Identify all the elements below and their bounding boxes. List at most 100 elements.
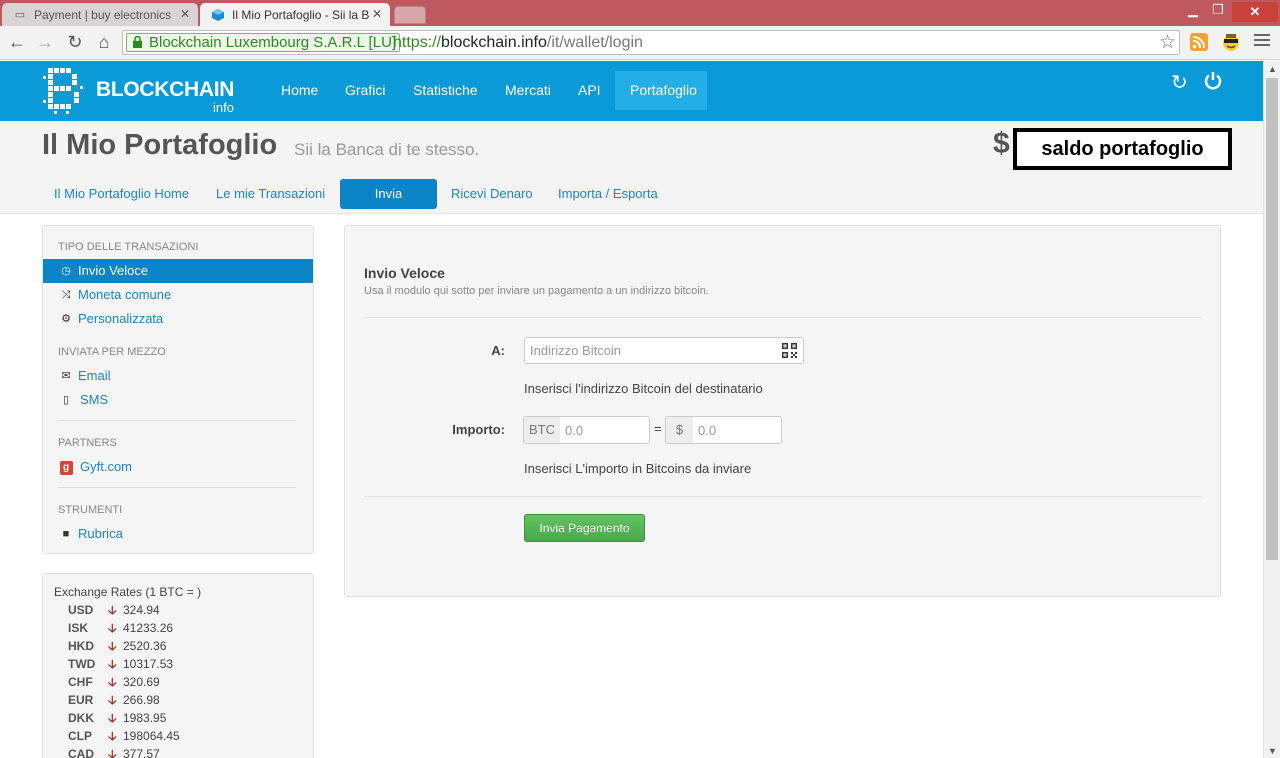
tab-transactions[interactable]: Le mie Transazioni (204, 179, 337, 209)
tab-title: Payment | buy electronics (34, 7, 172, 22)
top-navbar: BLOCKCHAIN info Home Grafici Statistiche… (0, 61, 1263, 121)
bitcoin-address-input[interactable] (524, 337, 804, 364)
exchange-rates-panel: Exchange Rates (1 BTC = ) USD 🡣 324.94 ISK… (42, 573, 314, 758)
minimize-icon[interactable]: ▁ (1183, 2, 1203, 18)
divider (58, 487, 296, 488)
nav-api[interactable]: API (563, 71, 616, 110)
rate-row: HKD 🡣 2520.36 (68, 639, 167, 653)
page-icon: ▭ (14, 9, 26, 21)
back-icon[interactable]: ← (6, 31, 28, 53)
rate-row: DKK 🡣 1983.95 (68, 711, 167, 725)
book-icon: ■ (62, 528, 70, 540)
nav-portafoglio[interactable]: Portafoglio (615, 71, 707, 110)
rate-row: USD 🡣 324.94 (68, 603, 160, 617)
sidebar-item-quick-send[interactable]: ◷ Invio Veloce (43, 259, 313, 283)
url-text: https://blockchain.info/it/wallet/login (393, 34, 643, 51)
address-bar[interactable]: Blockchain Luxembourg S.A.R.L [LU] https… (122, 30, 1180, 55)
amount-help-text: Inserisci L'importo in Bitcoins da invia… (524, 461, 752, 476)
close-tab-icon[interactable]: ✕ (180, 7, 190, 21)
forward-icon[interactable]: → (34, 31, 56, 53)
envelope-icon: ✉ (61, 370, 71, 382)
browser-tab-payment[interactable]: ▭ Payment | buy electronics ✕ (2, 3, 198, 26)
sidebar-item-sms[interactable]: ▯ SMS (43, 388, 313, 412)
tab-title: Il Mio Portafoglio - Sii la B (232, 7, 370, 22)
power-icon[interactable] (1203, 71, 1223, 91)
to-label: A: (491, 343, 505, 358)
rate-row: CHF 🡣 320.69 (68, 675, 160, 689)
gear-icon: ⚙ (61, 313, 71, 325)
divider (364, 496, 1201, 497)
arrow-down-icon: 🡣 (108, 639, 117, 653)
extension-face-icon[interactable] (1220, 31, 1242, 53)
qr-code-icon[interactable] (781, 342, 798, 359)
star-icon[interactable]: ☆ (1159, 31, 1176, 54)
section-heading: STRUMENTI (58, 504, 123, 516)
maximize-icon[interactable]: ❐ (1208, 2, 1228, 18)
equals-sign: = (654, 421, 662, 436)
lock-icon (133, 36, 142, 48)
ev-certificate-badge[interactable]: Blockchain Luxembourg S.A.R.L [LU] (126, 33, 401, 52)
sidebar-item-email[interactable]: ✉ Email (43, 364, 313, 388)
rate-row: CLP 🡣 198064.45 (68, 729, 180, 743)
nav-statistiche[interactable]: Statistiche (398, 71, 493, 110)
browser-tab-wallet[interactable]: Il Mio Portafoglio - Sii la B ✕ (200, 3, 390, 26)
blockchain-logo-icon[interactable] (42, 64, 86, 116)
nav-grafici[interactable]: Grafici (330, 71, 400, 110)
brand-name[interactable]: BLOCKCHAIN (96, 78, 234, 102)
window-titlebar: ▭ Payment | buy electronics ✕ Il Mio Por… (0, 0, 1280, 26)
reload-icon[interactable]: ↻ (64, 31, 86, 53)
sidebar: TIPO DELLE TRANSAZIONI ◷ Invio Veloce ⤨ Mo… (42, 225, 314, 554)
form-description: Usa il modulo qui sotto per inviare un p… (364, 285, 709, 297)
rss-icon[interactable] (1188, 31, 1210, 53)
wallet-balance: saldo portafoglio (1013, 128, 1232, 170)
page-subtitle: Sii la Banca di te stesso. (294, 140, 480, 159)
sidebar-item-shared-coin[interactable]: ⤨ Moneta comune (43, 283, 313, 307)
btc-amount-input[interactable] (560, 416, 650, 444)
tab-home[interactable]: Il Mio Portafoglio Home (42, 179, 201, 209)
rate-row: CAD 🡣 377.57 (68, 745, 160, 758)
divider (364, 317, 1201, 318)
close-tab-icon[interactable]: ✕ (372, 7, 382, 21)
sidebar-item-custom[interactable]: ⚙ Personalizzata (43, 307, 313, 331)
rate-row: ISK 🡣 41233.26 (68, 621, 174, 635)
home-icon[interactable]: ⌂ (93, 31, 115, 53)
web-page: BLOCKCHAIN info Home Grafici Statistiche… (0, 61, 1263, 758)
scroll-up-icon[interactable]: ▲ (1268, 64, 1277, 74)
tab-send-money[interactable]: Invia Denaro (340, 179, 437, 231)
brand-subtitle: info (213, 100, 234, 115)
divider (58, 420, 296, 421)
usd-amount-input[interactable] (693, 416, 782, 444)
currency-symbol[interactable]: $ (993, 127, 1010, 161)
new-tab-button[interactable] (394, 6, 426, 24)
btc-addon: BTC (523, 416, 561, 444)
arrow-down-icon: 🡣 (108, 603, 117, 617)
arrow-down-icon: 🡣 (108, 693, 117, 707)
usd-addon: $ (665, 416, 694, 444)
send-form-panel: Invio Veloce Usa il modulo qui sotto per… (344, 225, 1221, 597)
ev-label: Blockchain Luxembourg S.A.R.L [LU] (149, 34, 397, 51)
close-window-icon[interactable]: ✕ (1232, 2, 1278, 22)
send-payment-button[interactable]: Invia Pagamento (524, 514, 645, 542)
nav-mercati[interactable]: Mercati (490, 71, 566, 110)
clock-icon: ◷ (61, 265, 71, 277)
tab-import-export[interactable]: Importa / Esporta (546, 179, 670, 209)
nav-home[interactable]: Home (266, 71, 333, 110)
arrow-down-icon: 🡣 (108, 747, 117, 758)
arrow-down-icon: 🡣 (108, 675, 117, 689)
sidebar-item-gyft[interactable]: g Gyft.com (43, 455, 313, 479)
section-heading: INVIATA PER MEZZO (58, 346, 166, 358)
menu-icon[interactable] (1254, 34, 1270, 50)
refresh-icon[interactable]: ↻ (1171, 70, 1188, 95)
sidebar-item-address-book[interactable]: ■ Rubrica (43, 522, 313, 546)
section-heading: PARTNERS (58, 437, 117, 449)
page-scrollbar[interactable]: ▲ ▼ (1263, 61, 1280, 758)
scroll-down-icon[interactable]: ▼ (1268, 746, 1277, 756)
phone-icon: ▯ (62, 394, 70, 406)
form-title: Invio Veloce (364, 265, 445, 281)
rate-row: EUR 🡣 266.98 (68, 693, 160, 707)
amount-label: Importo: (452, 422, 505, 437)
scroll-thumb[interactable] (1266, 78, 1278, 560)
tab-receive-money[interactable]: Ricevi Denaro (439, 179, 545, 209)
arrow-down-icon: 🡣 (108, 711, 117, 725)
section-heading: TIPO DELLE TRANSAZIONI (58, 241, 199, 253)
